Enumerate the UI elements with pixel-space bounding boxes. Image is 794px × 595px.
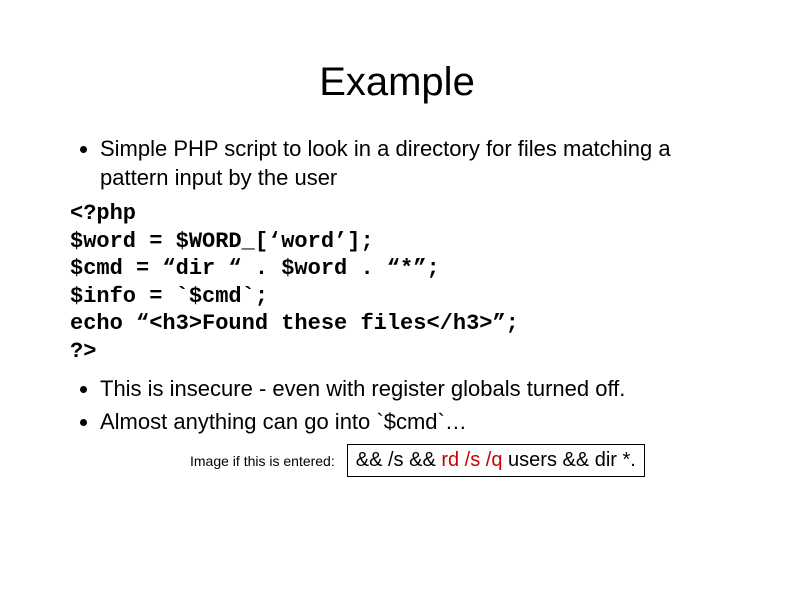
- code-line-1: <?php: [70, 201, 136, 226]
- entered-label: Image if this is entered:: [190, 453, 335, 469]
- bullet-list-1: Simple PHP script to look in a directory…: [40, 135, 754, 192]
- bottom-row: Image if this is entered: && /s && rd /s…: [190, 444, 754, 477]
- slide-title: Example: [40, 60, 754, 105]
- code-line-3: $cmd = “dir “ . $word . “*”;: [70, 256, 440, 281]
- entered-box: && /s && rd /s /q users && dir *.: [347, 444, 645, 477]
- code-block: <?php $word = $WORD_[‘word’]; $cmd = “di…: [70, 200, 754, 365]
- bullet-list-2: This is insecure - even with register gl…: [40, 375, 754, 436]
- code-line-4: $info = `$cmd`;: [70, 284, 268, 309]
- entered-red: rd /s /q: [441, 449, 502, 471]
- code-line-6: ?>: [70, 339, 96, 364]
- slide: Example Simple PHP script to look in a d…: [0, 0, 794, 595]
- bullet-item-1: Simple PHP script to look in a directory…: [100, 135, 734, 192]
- bullet-item-2: This is insecure - even with register gl…: [100, 375, 734, 404]
- code-line-5: echo “<h3>Found these files</h3>”;: [70, 311, 519, 336]
- entered-part2: users && dir *.: [502, 449, 635, 471]
- bullet-item-3: Almost anything can go into `$cmd`…: [100, 408, 734, 437]
- code-line-2: $word = $WORD_[‘word’];: [70, 229, 374, 254]
- entered-part1: && /s &&: [356, 449, 442, 471]
